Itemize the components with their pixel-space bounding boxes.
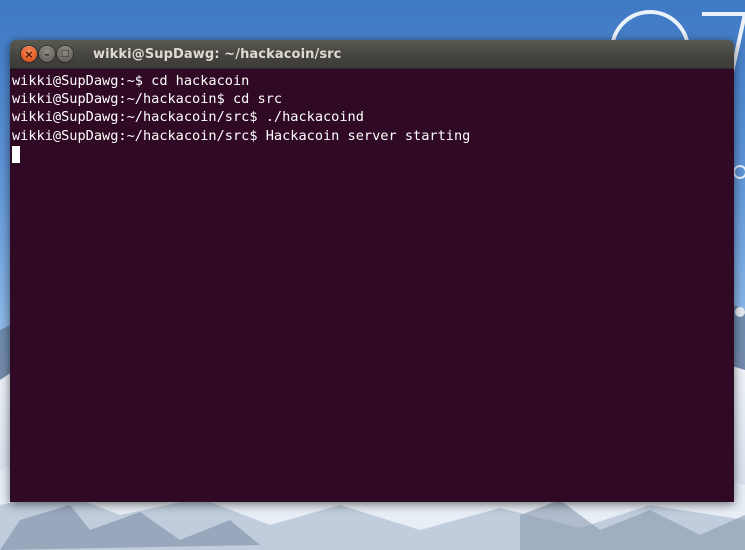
close-button[interactable]: × bbox=[21, 46, 37, 62]
minimize-button[interactable]: – bbox=[39, 46, 55, 62]
terminal-output[interactable]: wikki@SupDawg:~$ cd hackacoin wikki@SupD… bbox=[10, 69, 734, 502]
text-cursor bbox=[12, 145, 20, 163]
window-title: wikki@SupDawg: ~/hackacoin/src bbox=[93, 46, 342, 62]
terminal-line: wikki@SupDawg:~/hackacoin$ cd src bbox=[12, 91, 283, 108]
window-controls: × – □ bbox=[21, 46, 73, 62]
close-icon: × bbox=[24, 47, 34, 61]
terminal-line: wikki@SupDawg:~$ cd hackacoin bbox=[12, 73, 250, 89]
desktop: × – □ wikki@SupDawg: ~/hackacoin/src wik… bbox=[0, 0, 745, 550]
terminal-window[interactable]: × – □ wikki@SupDawg: ~/hackacoin/src wik… bbox=[10, 40, 734, 502]
window-titlebar[interactable]: × – □ wikki@SupDawg: ~/hackacoin/src bbox=[10, 40, 734, 69]
terminal-line: wikki@SupDawg:~/hackacoin/src$ Hackacoin… bbox=[12, 127, 471, 144]
minimize-icon: – bbox=[44, 47, 50, 61]
maximize-icon: □ bbox=[60, 48, 70, 59]
terminal-cursor-line bbox=[12, 145, 734, 163]
terminal-line: wikki@SupDawg:~/hackacoin/src$ ./hackaco… bbox=[12, 109, 364, 126]
maximize-button[interactable]: □ bbox=[57, 46, 73, 62]
